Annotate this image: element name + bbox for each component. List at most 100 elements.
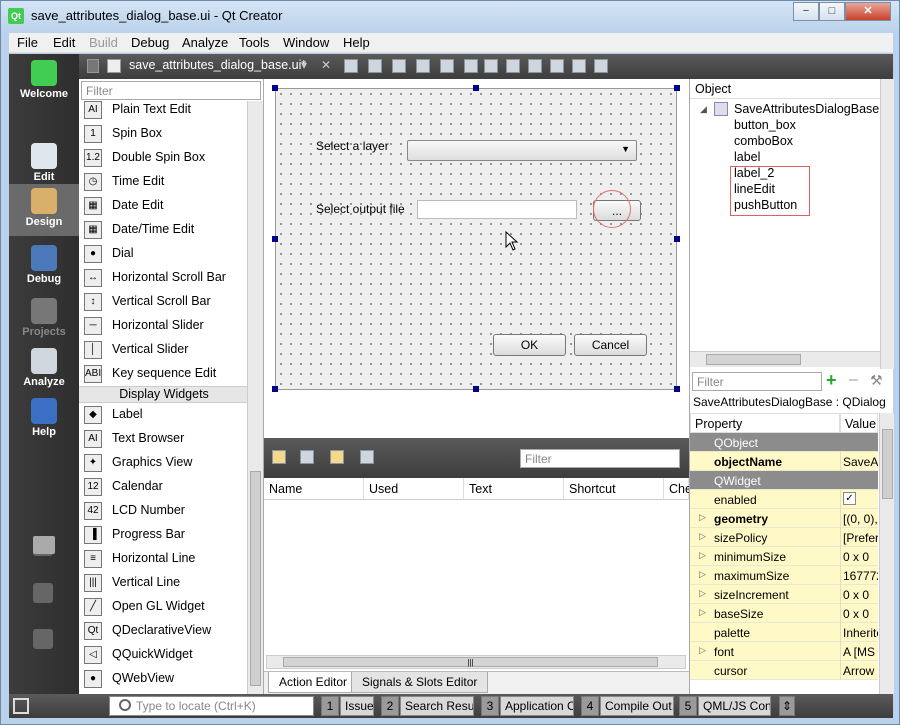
property-filter-input[interactable]: Filter xyxy=(692,372,822,391)
menu-help[interactable]: Help xyxy=(343,35,370,50)
object-tree-item[interactable]: label xyxy=(734,150,760,164)
property-config-icon[interactable]: ⚒ xyxy=(870,372,886,388)
column-header[interactable]: Che xyxy=(664,478,692,500)
build-hammer-icon[interactable] xyxy=(33,629,53,649)
minimize-button[interactable]: − xyxy=(793,2,819,21)
resize-handle-b[interactable] xyxy=(473,386,479,392)
widget-item[interactable]: ≡ Horizontal Line xyxy=(79,547,249,571)
resize-handle-tr[interactable] xyxy=(674,85,680,91)
object-tree-item[interactable]: comboBox xyxy=(734,134,793,148)
property-row[interactable]: ▷ baseSize 0 x 0 xyxy=(690,604,878,623)
widget-item[interactable]: AI Text Browser xyxy=(79,427,249,451)
cancel-button[interactable]: Cancel xyxy=(574,334,647,356)
object-hscroll-thumb[interactable] xyxy=(706,354,801,365)
mode-analyze[interactable]: Analyze xyxy=(9,344,79,396)
property-row[interactable]: enabled ✓ xyxy=(690,490,878,509)
column-header[interactable]: Name xyxy=(264,478,364,500)
object-tree-item[interactable]: button_box xyxy=(734,118,796,132)
close-document-icon[interactable]: ✕ xyxy=(321,58,331,72)
resize-handle-r[interactable] xyxy=(674,236,680,242)
layout-v-splitter-icon[interactable] xyxy=(506,59,520,73)
action-filter-input[interactable]: Filter xyxy=(520,449,680,468)
widget-item[interactable]: ◁ QQuickWidget xyxy=(79,643,249,667)
target-selector-icon[interactable] xyxy=(33,536,55,554)
delete-action-icon[interactable] xyxy=(360,450,374,464)
property-row[interactable]: ▷ minimumSize 0 x 0 xyxy=(690,547,878,566)
menu-build[interactable]: Build xyxy=(89,35,118,50)
widget-item[interactable]: ● QWebView xyxy=(79,667,249,691)
edit-buddies-icon[interactable] xyxy=(392,59,406,73)
paste-action-icon[interactable] xyxy=(330,450,344,464)
toggle-sidebar-icon[interactable] xyxy=(13,698,29,714)
property-row[interactable]: palette Inherited xyxy=(690,623,878,642)
property-group[interactable]: QWidget xyxy=(690,471,878,490)
expand-arrow-icon[interactable]: ▷ xyxy=(699,512,706,523)
widget-item[interactable]: ◷ Time Edit xyxy=(79,170,249,194)
widget-box-scrollbar[interactable] xyxy=(247,101,263,694)
expand-arrow-icon[interactable]: ▷ xyxy=(699,588,706,599)
resize-handle-tl[interactable] xyxy=(272,85,278,91)
resize-handle-t[interactable] xyxy=(473,85,479,91)
action-table-hscrollbar[interactable]: ||| xyxy=(266,655,686,669)
ok-button[interactable]: OK xyxy=(493,334,566,356)
tab-signals-slots-editor[interactable]: Signals & Slots Editor xyxy=(351,672,489,693)
column-header[interactable]: Used xyxy=(364,478,464,500)
expand-arrow-icon[interactable]: ▷ xyxy=(699,607,706,618)
object-root[interactable]: SaveAttributesDialogBase xyxy=(734,102,879,116)
menu-analyze[interactable]: Analyze xyxy=(182,35,228,50)
widget-item[interactable]: 42 LCD Number xyxy=(79,499,249,523)
property-group[interactable]: QObject xyxy=(690,433,878,452)
restore-button[interactable]: □ xyxy=(819,2,845,21)
pane-number[interactable]: 3 xyxy=(481,696,499,716)
property-vscrollbar[interactable] xyxy=(879,413,894,694)
menu-debug[interactable]: Debug xyxy=(131,35,169,50)
pane-number[interactable]: 1 xyxy=(321,696,339,716)
widget-item[interactable]: ▦ Date/Time Edit xyxy=(79,218,249,242)
output-file-lineedit[interactable] xyxy=(417,200,577,219)
property-row[interactable]: ▷ sizeIncrement 0 x 0 xyxy=(690,585,878,604)
edit-widgets-icon[interactable] xyxy=(344,59,358,73)
edit-signals-icon[interactable] xyxy=(368,59,382,73)
menu-tools[interactable]: Tools xyxy=(239,35,269,50)
widget-item[interactable]: ● Dial xyxy=(79,242,249,266)
mode-projects[interactable]: Projects xyxy=(9,294,79,346)
label-select-layer[interactable]: Select a layer xyxy=(316,139,389,153)
widget-item[interactable]: ╱ Open GL Widget xyxy=(79,595,249,619)
widget-item[interactable]: 1.2 Double Spin Box xyxy=(79,146,249,170)
configure-icon[interactable] xyxy=(388,450,402,464)
layout-h-splitter-icon[interactable] xyxy=(484,59,498,73)
property-row[interactable]: objectName SaveAttributesDialogBase xyxy=(690,452,878,471)
category-display-widgets[interactable]: Display Widgets xyxy=(79,386,249,403)
more-panes-icon[interactable]: ⇕ xyxy=(779,696,795,716)
pane-tab[interactable]: Compile Out... xyxy=(600,696,674,716)
break-layout-icon[interactable] xyxy=(572,59,586,73)
adjust-size-icon[interactable] xyxy=(594,59,608,73)
widget-item[interactable]: ▦ Date Edit xyxy=(79,194,249,218)
widget-item[interactable]: 12 Calendar xyxy=(79,475,249,499)
new-action-icon[interactable] xyxy=(272,450,286,464)
tree-collapse-icon[interactable]: ◢ xyxy=(700,104,707,115)
expand-arrow-icon[interactable]: ▷ xyxy=(699,569,706,580)
object-hscrollbar[interactable] xyxy=(690,351,880,367)
widget-item[interactable]: ▐ Progress Bar xyxy=(79,523,249,547)
hscroll-thumb[interactable]: ||| xyxy=(283,657,658,667)
expand-arrow-icon[interactable]: ▷ xyxy=(699,550,706,561)
pane-tab[interactable]: Application O... xyxy=(500,696,574,716)
pane-tab[interactable]: Search Results xyxy=(400,696,474,716)
property-scroll-thumb[interactable] xyxy=(882,429,893,499)
mode-welcome[interactable]: Welcome xyxy=(9,56,79,108)
object-vscrollbar[interactable] xyxy=(880,79,894,369)
close-button[interactable]: ✕ xyxy=(845,2,891,21)
menu-window[interactable]: Window xyxy=(283,35,329,50)
resize-handle-br[interactable] xyxy=(674,386,680,392)
mode-design[interactable]: Design xyxy=(9,184,79,236)
label-select-output[interactable]: Select output file xyxy=(316,202,405,216)
widget-item[interactable]: ||| Vertical Line xyxy=(79,571,249,595)
widget-item[interactable]: │ Vertical Slider xyxy=(79,338,249,362)
open-document-name[interactable]: save_attributes_dialog_base.ui* xyxy=(129,58,306,72)
tab-action-editor[interactable]: Action Editor xyxy=(268,672,359,693)
widget-item[interactable]: Qt QDeclarativeView xyxy=(79,619,249,643)
property-row[interactable]: ▷ geometry [(0, 0), 400 x 300] xyxy=(690,509,878,528)
resize-handle-bl[interactable] xyxy=(272,386,278,392)
property-row[interactable]: ▷ sizePolicy [Preferred, Preferred, 0, 0] xyxy=(690,528,878,547)
